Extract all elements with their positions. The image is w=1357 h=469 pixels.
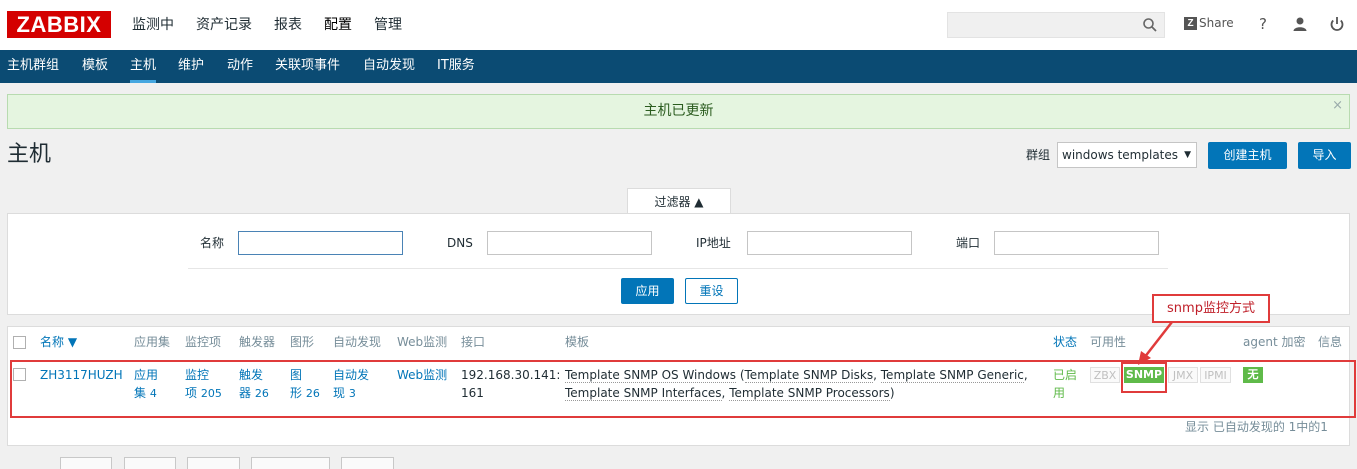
- share-link[interactable]: Z Share: [1184, 16, 1234, 30]
- share-label: Share: [1199, 16, 1234, 30]
- header-applications: 应用集: [134, 335, 171, 349]
- filter-name-label: 名称: [200, 236, 225, 250]
- page-title: 主机: [7, 142, 52, 167]
- search-icon[interactable]: [1142, 17, 1158, 33]
- menu-monitoring[interactable]: 监测中: [121, 0, 185, 50]
- subnav-it-services[interactable]: IT服务: [437, 50, 475, 83]
- chevron-down-icon: ▼: [1184, 150, 1191, 160]
- group-select-value: windows templates: [1062, 148, 1179, 162]
- pager-button-1[interactable]: [60, 457, 112, 469]
- table-footer-count: 显示 已自动发现的 1中的1: [1185, 420, 1328, 434]
- search-input[interactable]: [947, 12, 1165, 38]
- zabbix-logo[interactable]: ZABBIX: [7, 11, 111, 38]
- select-all-checkbox[interactable]: [13, 336, 26, 349]
- main-menu: 监测中 资产记录 报表 配置 管理: [121, 0, 413, 50]
- filter-divider: [188, 268, 1168, 269]
- pager-button-3[interactable]: [187, 457, 240, 469]
- filter-toggle-tab[interactable]: 过滤器 ▲: [627, 188, 731, 214]
- share-icon: Z: [1184, 16, 1197, 30]
- success-message: 主机已更新 ×: [7, 94, 1350, 129]
- reset-filter-button[interactable]: 重设: [685, 278, 738, 304]
- menu-inventory[interactable]: 资产记录: [185, 0, 263, 50]
- filter-dns-label: DNS: [447, 236, 473, 250]
- menu-configuration[interactable]: 配置: [313, 0, 363, 50]
- header-discovery: 自动发现: [333, 335, 382, 349]
- filter-panel: 名称 DNS IP地址 端口 应用 重设: [7, 213, 1350, 315]
- header-availability: 可用性: [1090, 335, 1127, 349]
- close-icon[interactable]: ×: [1332, 95, 1343, 117]
- header-status[interactable]: 状态: [1053, 334, 1077, 350]
- filter-ip-label: IP地址: [696, 236, 731, 250]
- pager-button-5[interactable]: [341, 457, 394, 469]
- import-button[interactable]: 导入: [1298, 142, 1351, 169]
- annotation-label: snmp监控方式: [1152, 294, 1270, 323]
- subnav-hosts[interactable]: 主机: [130, 50, 157, 83]
- apply-filter-button[interactable]: 应用: [621, 278, 674, 304]
- header-interface: 接口: [461, 335, 486, 349]
- sign-out-icon[interactable]: [1328, 15, 1346, 33]
- top-bar: ZABBIX 监测中 资产记录 报表 配置 管理 Z Share ?: [0, 0, 1357, 50]
- pager-button-4[interactable]: [251, 457, 330, 469]
- filter-port-label: 端口: [956, 236, 981, 250]
- menu-administration[interactable]: 管理: [363, 0, 413, 50]
- filter-dns-input[interactable]: [487, 231, 652, 255]
- header-web: Web监测: [397, 335, 448, 349]
- sub-navigation: 主机群组 模板 主机 维护 动作 关联项事件 自动发现 IT服务: [0, 50, 1357, 83]
- header-templates: 模板: [565, 335, 590, 349]
- subnav-maintenance[interactable]: 维护: [178, 50, 204, 83]
- header-info: 信息: [1318, 335, 1343, 349]
- user-profile-icon[interactable]: [1291, 15, 1309, 33]
- help-icon[interactable]: ?: [1254, 15, 1272, 33]
- header-agent-encryption: agent 加密: [1243, 335, 1306, 349]
- filter-port-input[interactable]: [994, 231, 1159, 255]
- annotation-snmp-highlight: [1121, 362, 1167, 393]
- subnav-actions[interactable]: 动作: [227, 50, 253, 83]
- header-items: 监控项: [185, 335, 222, 349]
- header-triggers: 触发器: [239, 335, 276, 349]
- filter-name-input[interactable]: [238, 231, 403, 255]
- annotation-arrow-icon: [1138, 321, 1173, 365]
- filter-ip-input[interactable]: [747, 231, 912, 255]
- subnav-templates[interactable]: 模板: [82, 50, 108, 83]
- menu-reports[interactable]: 报表: [263, 0, 313, 50]
- create-host-button[interactable]: 创建主机: [1208, 142, 1287, 169]
- subnav-host-groups[interactable]: 主机群组: [7, 50, 59, 83]
- group-select[interactable]: windows templates ▼: [1057, 142, 1197, 168]
- group-label: 群组: [1026, 148, 1051, 162]
- subnav-correlation[interactable]: 关联项事件: [275, 50, 340, 83]
- header-name[interactable]: 名称 ▼: [40, 334, 77, 350]
- subnav-discovery[interactable]: 自动发现: [363, 50, 415, 83]
- pager-button-2[interactable]: [124, 457, 176, 469]
- success-message-text: 主机已更新: [643, 103, 714, 119]
- header-graphs: 图形: [290, 335, 315, 349]
